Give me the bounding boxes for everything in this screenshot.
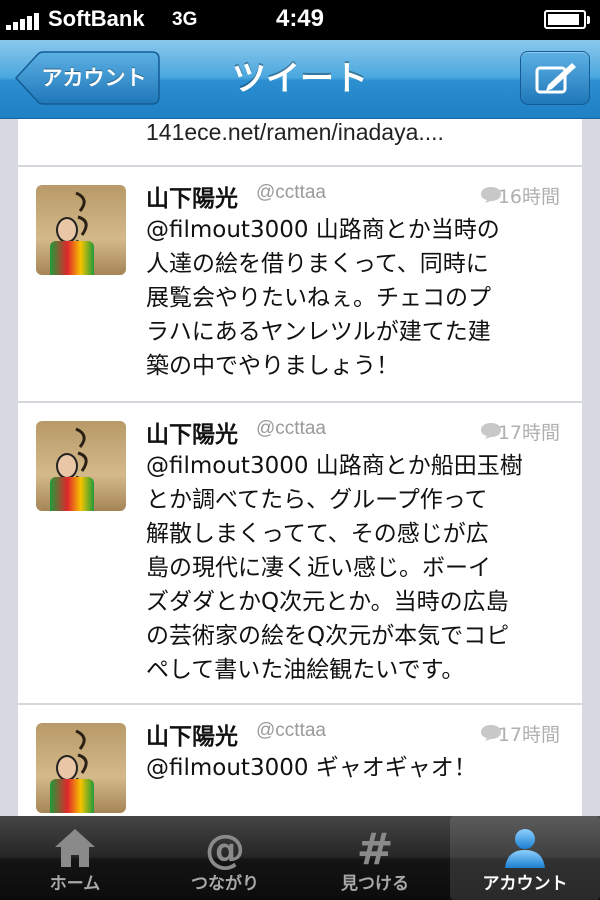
tweet-link[interactable]: 141ece.net/ramen/inadaya.... [146,119,444,146]
navigation-bar: アカウント ツイート [0,40,600,119]
tweet-time: 17時間 [497,724,560,746]
page-title: ツイート [232,59,368,99]
tweet-author-handle: @ccttaa [256,418,326,439]
compose-icon [535,63,576,94]
avatar[interactable] [36,723,126,813]
tweet-item[interactable]: 山下陽光 @ccttaa 17時間 @filmout3000 山路商とか船田玉樹… [18,403,582,705]
battery-icon [544,10,590,29]
tweet-author-name: 山下陽光 [146,724,238,750]
previous-tweet-tail[interactable]: 141ece.net/ramen/inadaya.... [18,119,582,167]
tweet-author-name: 山下陽光 [146,422,238,448]
back-button[interactable]: アカウント [14,51,160,105]
compose-button[interactable] [520,51,590,105]
hashtag-icon: # [357,826,394,870]
avatar[interactable] [36,421,126,511]
tweet-author-handle: @ccttaa [256,720,326,741]
tweet-author-name: 山下陽光 [146,186,238,212]
tab-label: ホーム [49,874,101,894]
tweet-item[interactable]: 山下陽光 @ccttaa 16時間 @filmout3000 山路商とか当時の … [18,167,582,403]
tab-bar: ホーム @ つながり # 見つける アカウント [0,816,600,900]
tab-label: アカウント [482,874,568,894]
back-button-label: アカウント [41,66,147,90]
tab-label: 見つける [341,874,409,894]
tweet-time: 16時間 [497,186,560,208]
tab-discover[interactable]: # 見つける [300,816,450,900]
tab-label: つながり [191,874,259,894]
tab-home[interactable]: ホーム [0,816,150,900]
tab-account[interactable]: アカウント [450,816,600,900]
timeline[interactable]: 141ece.net/ramen/inadaya.... 山下陽光 @cctta… [0,119,600,816]
svg-text:@: @ [205,827,245,870]
avatar[interactable] [36,185,126,275]
tweet-list: 141ece.net/ramen/inadaya.... 山下陽光 @cctta… [18,119,582,816]
tweet-author-handle: @ccttaa [256,182,326,203]
at-icon: @ [205,827,245,870]
home-icon [55,829,95,867]
svg-text:#: # [357,826,394,870]
tweet-text: @filmout3000 山路商とか当時の 人達の絵を借りまくって、同時に 展覧… [146,217,500,379]
status-time: 4:49 [275,5,325,32]
tweet-item[interactable]: 山下陽光 @ccttaa 17時間 @filmout3000 ギャオギャオ！ [18,705,582,816]
tweet-text: @filmout3000 ギャオギャオ！ [146,755,477,781]
person-icon [505,829,545,868]
tweet-time: 17時間 [497,422,560,444]
tab-connect[interactable]: @ つながり [150,816,300,900]
tweet-text: @filmout3000 山路商とか船田玉樹 とか調べてたら、グループ作って 解… [146,453,523,683]
status-bar: SoftBank 3G 4:49 [0,0,600,40]
